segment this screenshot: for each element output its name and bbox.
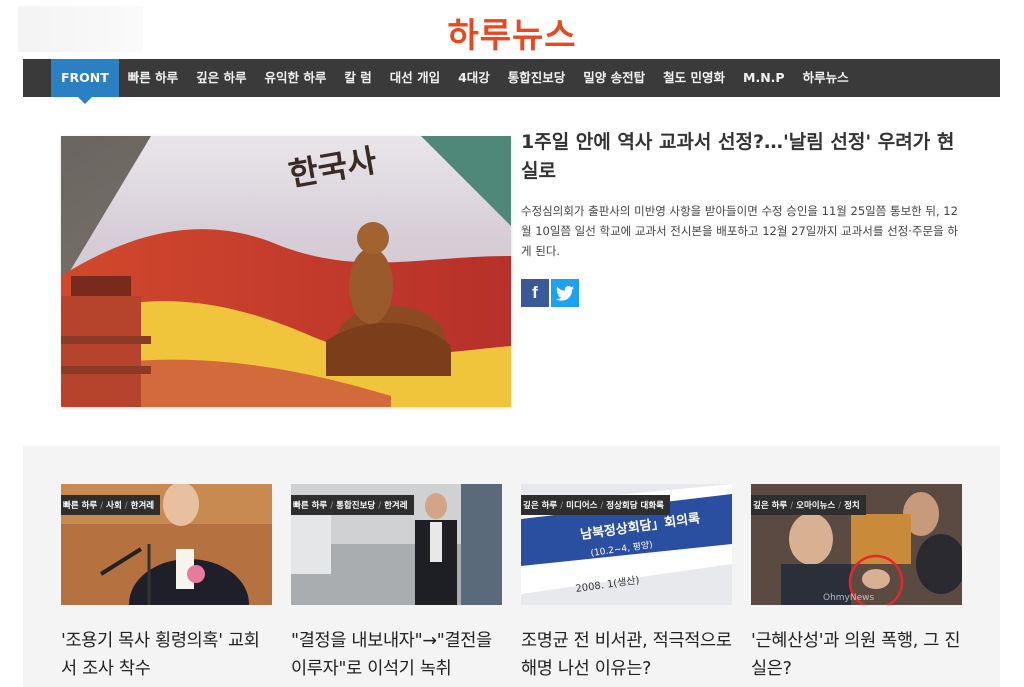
article-card-thumbnail[interactable]: 깊은 하루 / 미디어스 / 정상회담 대화록 남북정상회담」회의록 (10.2~4, … [521, 484, 732, 605]
article-card-title[interactable]: "결정을 내보내자"→"결전을 이루자"로 이석기 녹취 [291, 627, 502, 683]
nav-item-useful-haru[interactable]: 유익한 하루 [256, 59, 336, 97]
nav-item-miryang[interactable]: 밀양 송전탑 [574, 59, 654, 97]
article-card-tags: 빠른 하루 / 통합진보당 / 한겨레 [291, 495, 414, 515]
article-card[interactable]: 깊은 하루 / 오마이뉴스 / 정치 OhmyNews '근혜산성'과 의원 폭행, 그… [751, 484, 962, 683]
tag-source[interactable]: 정치 [844, 501, 860, 511]
tag-category[interactable]: 사회 [106, 501, 122, 511]
article-card-tags: 깊은 하루 / 오마이뉴스 / 정치 [751, 495, 866, 515]
tag-category[interactable]: 미디어스 [566, 501, 597, 511]
tag-section[interactable]: 빠른 하루 [293, 501, 327, 511]
tag-source[interactable]: 정상회담 대화록 [606, 501, 664, 511]
nav-item-front[interactable]: FRONT [51, 59, 119, 104]
article-card-tags: 깊은 하루 / 미디어스 / 정상회담 대화록 [521, 495, 670, 515]
tag-category[interactable]: 통합진보당 [336, 501, 375, 511]
tag-section[interactable]: 깊은 하루 [523, 501, 557, 511]
article-card-thumbnail[interactable]: 빠른 하루 / 통합진보당 / 한겨레 [291, 484, 502, 605]
nav-item-haru-news[interactable]: 하루뉴스 [794, 59, 858, 97]
textbook-photo: 한국사 [61, 136, 511, 407]
article-card-thumbnail[interactable]: 깊은 하루 / 오마이뉴스 / 정치 OhmyNews [751, 484, 962, 605]
nav-item-election[interactable]: 대선 개입 [381, 59, 449, 97]
main-nav: FRONT 빠른 하루 깊은 하루 유익한 하루 칼 럼 대선 개입 4대강 통… [23, 59, 1000, 104]
nav-item-unified-progressive[interactable]: 통합진보당 [499, 59, 575, 97]
featured-article-image[interactable]: 한국사 [61, 136, 511, 407]
article-card-title[interactable]: 조명균 전 비서관, 적극적으로 해명 나선 이유는? [521, 627, 732, 683]
share-buttons: f [521, 279, 579, 307]
nav-item-rail-privatization[interactable]: 철도 민영화 [654, 59, 734, 97]
article-card-tags: 빠른 하루 / 사회 / 한겨레 [61, 495, 161, 515]
twitter-share-button[interactable] [551, 279, 579, 307]
article-card[interactable]: 깊은 하루 / 미디어스 / 정상회담 대화록 남북정상회담」회의록 (10.2~4, … [521, 484, 732, 683]
article-card[interactable]: 빠른 하루 / 통합진보당 / 한겨레 "결정을 내보내자"→"결전을 이루자"로 이석… [291, 484, 502, 683]
nav-item-deep-haru[interactable]: 깊은 하루 [187, 59, 255, 97]
article-card-thumbnail[interactable]: 빠른 하루 / 사회 / 한겨레 [61, 484, 272, 605]
nav-item-four-rivers[interactable]: 4대강 [449, 59, 499, 97]
tag-section[interactable]: 빠른 하루 [63, 501, 97, 511]
twitter-icon [556, 285, 574, 301]
article-card[interactable]: 빠른 하루 / 사회 / 한겨레 '조용기 목사 횡령의혹' 교회서 조사 착수 [61, 484, 272, 683]
article-card-title[interactable]: '조용기 목사 횡령의혹' 교회서 조사 착수 [61, 627, 272, 683]
site-logo-text[interactable]: 하루뉴스 [447, 16, 576, 56]
tag-section[interactable]: 깊은 하루 [753, 501, 787, 511]
site-logo[interactable]: 하루뉴스 [0, 8, 1024, 57]
tag-source[interactable]: 한겨레 [384, 501, 407, 511]
ohmynews-watermark: OhmyNews [823, 593, 875, 603]
tag-source[interactable]: 한겨레 [131, 501, 154, 511]
facebook-icon: f [532, 283, 538, 302]
tag-category[interactable]: 오마이뉴스 [796, 501, 835, 511]
facebook-share-button[interactable]: f [521, 279, 549, 307]
nav-item-column[interactable]: 칼 럼 [335, 59, 380, 97]
featured-article-summary: 수정심의회가 출판사의 미반영 사항을 받아들이면 수정 승인을 11월 25일… [521, 204, 958, 258]
nav-item-fast-haru[interactable]: 빠른 하루 [119, 59, 187, 97]
nav-item-mnp[interactable]: M.N.P [734, 59, 794, 97]
featured-article-title[interactable]: 1주일 안에 역사 교과서 선정?…'날림 선정' 우려가 현실로 [521, 128, 961, 186]
article-card-title[interactable]: '근혜산성'과 의원 폭행, 그 진실은? [751, 627, 962, 683]
